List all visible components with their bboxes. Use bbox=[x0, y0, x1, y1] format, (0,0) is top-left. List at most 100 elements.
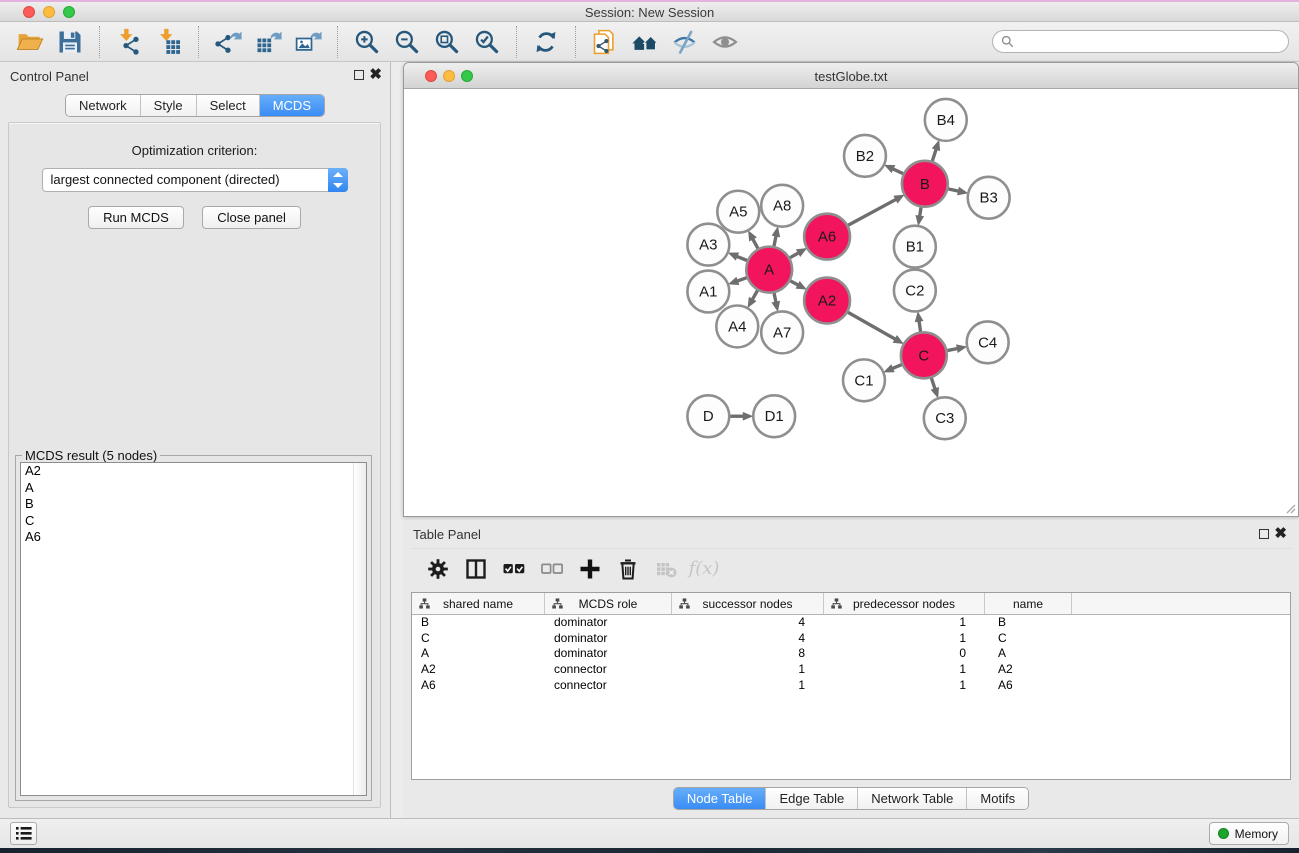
graph-node-A1[interactable]: A1 bbox=[687, 271, 729, 313]
graph-node-C2[interactable]: C2 bbox=[894, 270, 936, 312]
graph-node-D1[interactable]: D1 bbox=[753, 395, 795, 437]
result-list-item[interactable]: B bbox=[21, 496, 366, 513]
close-panel-button[interactable]: Close panel bbox=[202, 206, 301, 229]
column-header-shared-name[interactable]: shared name bbox=[412, 593, 545, 614]
memory-button[interactable]: Memory bbox=[1209, 822, 1289, 845]
table-tab-network-table[interactable]: Network Table bbox=[857, 788, 966, 809]
edge-C-C2 bbox=[919, 320, 921, 331]
graph-node-A7[interactable]: A7 bbox=[761, 311, 803, 353]
zoom-out-button[interactable] bbox=[387, 25, 427, 59]
graph-node-B[interactable]: B bbox=[902, 161, 948, 207]
graph-node-B4[interactable]: B4 bbox=[925, 99, 967, 141]
edge-A-A1 bbox=[736, 278, 746, 282]
network-snapshot-button[interactable] bbox=[585, 25, 625, 59]
network-window-titlebar[interactable]: testGlobe.txt bbox=[404, 63, 1298, 89]
open-file-button[interactable] bbox=[10, 25, 50, 59]
table-tabs: Node TableEdge TableNetwork TableMotifs bbox=[403, 787, 1299, 810]
network-graph[interactable]: B4 B2 B B3 B1 A5 A8 A6 A3 A A1 A4 A7 bbox=[404, 89, 1298, 516]
graph-node-A5[interactable]: A5 bbox=[717, 191, 759, 233]
show-graphics-details-button[interactable] bbox=[705, 25, 745, 59]
table-cell: 1 bbox=[824, 631, 985, 647]
tab-mcds[interactable]: MCDS bbox=[259, 95, 324, 116]
zoom-fit-button[interactable] bbox=[427, 25, 467, 59]
export-network-button[interactable] bbox=[208, 25, 248, 59]
column-header-successor-nodes[interactable]: successor nodes bbox=[672, 593, 824, 614]
toolbar-separator bbox=[337, 26, 338, 58]
table-row[interactable]: A2connector11A2 bbox=[412, 662, 1290, 678]
graph-node-B1[interactable]: B1 bbox=[894, 226, 936, 268]
optimization-criterion-label: Optimization criterion: bbox=[9, 143, 380, 158]
graph-node-C[interactable]: C bbox=[901, 332, 947, 378]
table-header-row: shared nameMCDS rolesuccessor nodesprede… bbox=[412, 593, 1290, 615]
search-field[interactable] bbox=[992, 30, 1289, 53]
deselect-all-icon bbox=[540, 557, 564, 581]
graph-node-C1[interactable]: C1 bbox=[843, 359, 885, 401]
criterion-dropdown[interactable]: largest connected component (directed) bbox=[42, 168, 348, 192]
table-cell: connector bbox=[545, 678, 672, 694]
hide-graphics-details-button[interactable] bbox=[665, 25, 705, 59]
graph-node-D[interactable]: D bbox=[687, 395, 729, 437]
gear-button[interactable] bbox=[419, 553, 457, 585]
save-session-button[interactable] bbox=[50, 25, 90, 59]
resize-grip-icon[interactable] bbox=[1285, 503, 1296, 514]
delete-row-button[interactable] bbox=[609, 553, 647, 585]
column-header-MCDS-role[interactable]: MCDS role bbox=[545, 593, 672, 614]
table-tab-edge-table[interactable]: Edge Table bbox=[765, 788, 857, 809]
zoom-selected-button[interactable] bbox=[467, 25, 507, 59]
select-all-button[interactable] bbox=[495, 553, 533, 585]
task-history-button[interactable] bbox=[10, 822, 37, 845]
table-row[interactable]: Adominator80A bbox=[412, 646, 1290, 662]
import-network-button[interactable] bbox=[109, 25, 149, 59]
graph-node-C4[interactable]: C4 bbox=[967, 321, 1009, 363]
result-list-item[interactable]: C bbox=[21, 513, 366, 530]
node-table: shared nameMCDS rolesuccessor nodesprede… bbox=[411, 592, 1291, 780]
open-file-icon bbox=[16, 28, 44, 56]
import-table-button[interactable] bbox=[149, 25, 189, 59]
columns-icon bbox=[464, 557, 488, 581]
zoom-in-button[interactable] bbox=[347, 25, 387, 59]
table-tab-node-table[interactable]: Node Table bbox=[674, 788, 766, 809]
export-image-button[interactable] bbox=[288, 25, 328, 59]
columns-button[interactable] bbox=[457, 553, 495, 585]
graph-node-A6[interactable]: A6 bbox=[804, 214, 850, 260]
graph-node-A[interactable]: A bbox=[746, 247, 792, 293]
export-table-button[interactable] bbox=[248, 25, 288, 59]
run-mcds-button[interactable]: Run MCDS bbox=[88, 206, 184, 229]
result-list-item[interactable]: A2 bbox=[21, 463, 366, 480]
tab-network[interactable]: Network bbox=[66, 95, 140, 116]
svg-text:A4: A4 bbox=[728, 318, 746, 335]
control-panel-title: Control Panel bbox=[10, 69, 89, 84]
table-row[interactable]: Bdominator41B bbox=[412, 615, 1290, 631]
svg-text:A3: A3 bbox=[699, 237, 717, 254]
float-panel-icon[interactable] bbox=[354, 70, 364, 80]
column-header-predecessor-nodes[interactable]: predecessor nodes bbox=[824, 593, 985, 614]
graph-node-B3[interactable]: B3 bbox=[968, 177, 1010, 219]
table-row[interactable]: Cdominator41C bbox=[412, 631, 1290, 647]
graph-node-A4[interactable]: A4 bbox=[716, 305, 758, 347]
graph-node-C3[interactable]: C3 bbox=[924, 397, 966, 439]
graph-node-A8[interactable]: A8 bbox=[761, 185, 803, 227]
table-cell: C bbox=[985, 631, 1072, 647]
graph-node-B2[interactable]: B2 bbox=[844, 135, 886, 177]
home-button[interactable] bbox=[625, 25, 665, 59]
table-tab-motifs[interactable]: Motifs bbox=[966, 788, 1028, 809]
deselect-all-button[interactable] bbox=[533, 553, 571, 585]
graph-node-A2[interactable]: A2 bbox=[804, 278, 850, 324]
column-header-name[interactable]: name bbox=[985, 593, 1072, 614]
refresh-button[interactable] bbox=[526, 25, 566, 59]
close-panel-icon[interactable]: ✖ bbox=[369, 66, 382, 84]
network-canvas[interactable]: B4 B2 B B3 B1 A5 A8 A6 A3 A A1 A4 A7 bbox=[404, 89, 1298, 516]
tab-select[interactable]: Select bbox=[196, 95, 259, 116]
result-list-item[interactable]: A bbox=[21, 480, 366, 497]
result-scrollbar[interactable] bbox=[353, 463, 366, 795]
close-table-panel-icon[interactable]: ✖ bbox=[1274, 525, 1287, 543]
search-input[interactable] bbox=[1020, 35, 1280, 49]
table-row[interactable]: A6connector11A6 bbox=[412, 678, 1290, 694]
tab-style[interactable]: Style bbox=[140, 95, 196, 116]
float-table-panel-icon[interactable] bbox=[1259, 529, 1269, 539]
add-row-button[interactable] bbox=[571, 553, 609, 585]
result-list-item[interactable]: A6 bbox=[21, 529, 366, 546]
graph-node-A3[interactable]: A3 bbox=[687, 224, 729, 266]
import-network-icon bbox=[115, 28, 143, 56]
column-type-icon bbox=[419, 598, 430, 609]
